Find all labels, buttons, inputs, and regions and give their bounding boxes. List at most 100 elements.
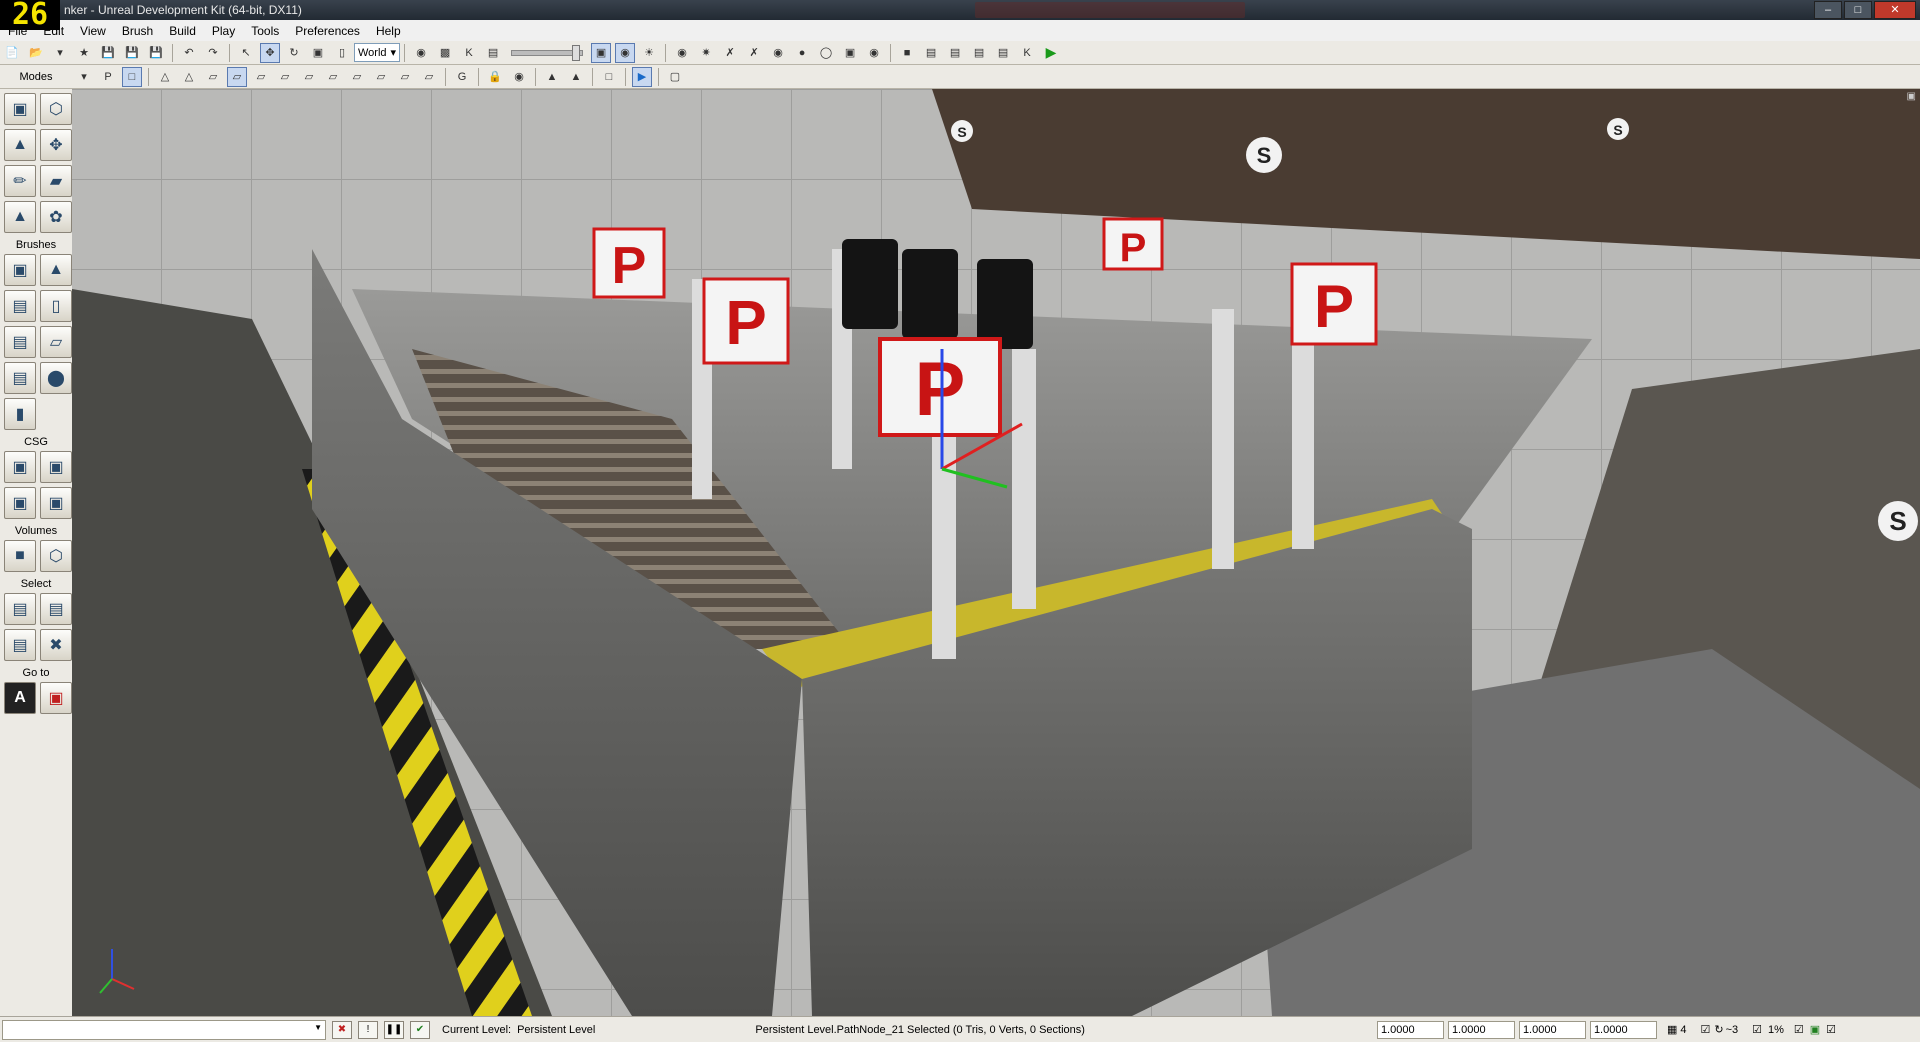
- new-file-icon[interactable]: 📄: [2, 43, 22, 63]
- lighting-only-icon[interactable]: ▱: [275, 67, 295, 87]
- landscape-mode-icon[interactable]: ▲: [4, 201, 36, 233]
- cylinder-brush-icon[interactable]: ▯: [40, 290, 72, 322]
- menu-build[interactable]: Build: [161, 24, 204, 38]
- rotation-snap-checkbox[interactable]: ☑: [1700, 1023, 1710, 1036]
- undo-icon[interactable]: ↶: [179, 43, 199, 63]
- cone-brush-icon[interactable]: ▲: [40, 254, 72, 286]
- sheet-brush-icon[interactable]: ▱: [40, 326, 72, 358]
- scale-snap-checkbox[interactable]: ☑: [1752, 1023, 1762, 1036]
- pivot-p-icon[interactable]: P: [98, 67, 118, 87]
- reflections-icon[interactable]: ▱: [419, 67, 439, 87]
- actor-icon[interactable]: ▲: [542, 67, 562, 87]
- build-geometry-icon[interactable]: ◉: [672, 43, 692, 63]
- lock-icon[interactable]: 🔒: [485, 67, 505, 87]
- menu-brush[interactable]: Brush: [114, 24, 161, 38]
- brush-wireframe-icon[interactable]: △: [179, 67, 199, 87]
- goto-actor-icon[interactable]: A: [4, 682, 36, 714]
- game-view-g-icon[interactable]: G: [452, 67, 472, 87]
- redo-icon[interactable]: ↷: [203, 43, 223, 63]
- pie-icon[interactable]: ▤: [969, 43, 989, 63]
- perspective-viewport[interactable]: P P P P P S S S S ▣: [72, 89, 1920, 1016]
- unlit-icon[interactable]: ▱: [203, 67, 223, 87]
- save-icon[interactable]: 💾: [98, 43, 118, 63]
- foliage-mode-icon[interactable]: ✿: [40, 201, 72, 233]
- frame-icon[interactable]: □: [599, 67, 619, 87]
- goto-builder-brush-icon[interactable]: ▣: [40, 682, 72, 714]
- mesh-icon[interactable]: ▲: [566, 67, 586, 87]
- save-current-level-icon[interactable]: 💾: [146, 43, 166, 63]
- menu-help[interactable]: Help: [368, 24, 409, 38]
- curved-stair-brush-icon[interactable]: ▤: [4, 290, 36, 322]
- slider-handle[interactable]: [572, 44, 581, 61]
- map-check-icon[interactable]: ▣: [840, 43, 860, 63]
- build-lighting-icon[interactable]: ✷: [696, 43, 716, 63]
- light-bulb-icon[interactable]: ◯: [816, 43, 836, 63]
- build-paths-icon[interactable]: ✗: [720, 43, 740, 63]
- volume-list-icon[interactable]: ⬡: [40, 540, 72, 572]
- error-icon[interactable]: ✖: [332, 1020, 352, 1039]
- scale-widget-icon[interactable]: ▣: [308, 43, 328, 63]
- scale-nonuniform-icon[interactable]: ▯: [332, 43, 352, 63]
- lighting-icon[interactable]: ☀: [639, 43, 659, 63]
- csg-intersect-icon[interactable]: ▣: [4, 487, 36, 519]
- csg-add-icon[interactable]: ▣: [4, 451, 36, 483]
- check-icon[interactable]: ✔: [410, 1020, 430, 1039]
- level-browser-icon[interactable]: ▤: [945, 43, 965, 63]
- autosave-icon[interactable]: ▣: [1810, 1023, 1820, 1036]
- open-file-icon[interactable]: 📂: [26, 43, 46, 63]
- cube-brush-icon[interactable]: ▣: [4, 254, 36, 286]
- maximize-button[interactable]: □: [1844, 1, 1872, 19]
- grid-icon[interactable]: ▦: [1667, 1023, 1677, 1036]
- rotate-widget-icon[interactable]: ↻: [284, 43, 304, 63]
- csg-deintersect-icon[interactable]: ▣: [40, 487, 72, 519]
- menu-play[interactable]: Play: [204, 24, 243, 38]
- save-all-icon[interactable]: 💾: [122, 43, 142, 63]
- options-checkbox[interactable]: ☑: [1826, 1023, 1836, 1036]
- show-selected-icon[interactable]: ▤: [4, 593, 36, 625]
- lightmass-icon[interactable]: ●: [792, 43, 812, 63]
- linear-stair-brush-icon[interactable]: ▤: [4, 326, 36, 358]
- pivot-snap-icon[interactable]: □: [122, 66, 142, 87]
- recent-files-dropdown-icon[interactable]: ▾: [50, 43, 70, 63]
- warning-icon[interactable]: !: [358, 1020, 378, 1039]
- lightmap-density-icon[interactable]: ▱: [371, 67, 391, 87]
- volumetric-brush-icon[interactable]: ▮: [4, 398, 36, 430]
- realtime-play-icon[interactable]: ▶: [632, 66, 652, 87]
- viewport-options-icon[interactable]: ▢: [665, 67, 685, 87]
- viewport-realtime-icon[interactable]: ▣: [591, 42, 612, 63]
- build-cover-icon[interactable]: ✗: [744, 43, 764, 63]
- kismet-icon[interactable]: ▩: [435, 43, 455, 63]
- geometry-mode-icon[interactable]: ⬡: [40, 93, 72, 125]
- select-arrow-icon[interactable]: ↖: [236, 43, 256, 63]
- drag-grid-y[interactable]: 1.0000: [1447, 1020, 1515, 1039]
- hide-selected-icon[interactable]: ▤: [40, 593, 72, 625]
- binoculars-search-icon[interactable]: ◉: [411, 43, 431, 63]
- build-all-icon[interactable]: ◉: [768, 43, 788, 63]
- level-scene[interactable]: P P P P P S S S S: [72, 89, 1920, 1016]
- static-mesh-mode-icon[interactable]: ▰: [40, 165, 72, 197]
- lit-icon[interactable]: ▱: [227, 66, 247, 87]
- menu-view[interactable]: View: [72, 24, 114, 38]
- pause-icon[interactable]: ❚❚: [384, 1020, 404, 1039]
- kismet-k-icon[interactable]: K: [1017, 43, 1037, 63]
- play-on-console-icon[interactable]: ▤: [993, 43, 1013, 63]
- spiral-stair-brush-icon[interactable]: ▤: [4, 362, 36, 394]
- texture-density-icon[interactable]: ▱: [323, 67, 343, 87]
- mesh-paint-icon[interactable]: ✏: [4, 165, 36, 197]
- light-complexity-icon[interactable]: ▱: [299, 67, 319, 87]
- sphere-brush-icon[interactable]: ⬤: [40, 362, 72, 394]
- wireframe-icon[interactable]: △: [155, 67, 175, 87]
- matinee-icon[interactable]: K: [459, 43, 479, 63]
- add-volume-icon[interactable]: ■: [4, 540, 36, 572]
- favorites-star-icon[interactable]: ★: [74, 43, 94, 63]
- texture-align-icon[interactable]: ✥: [40, 129, 72, 161]
- csg-subtract-icon[interactable]: ▣: [40, 451, 72, 483]
- menu-preferences[interactable]: Preferences: [287, 24, 368, 38]
- select-invert-icon[interactable]: ▤: [4, 629, 36, 661]
- command-input[interactable]: [2, 1019, 326, 1040]
- drag-grid-w[interactable]: 1.0000: [1589, 1020, 1657, 1039]
- scene-manager-icon[interactable]: ▤: [921, 43, 941, 63]
- statistics-icon[interactable]: ◉: [864, 43, 884, 63]
- modes-dropdown-icon[interactable]: ▾: [74, 67, 94, 87]
- drag-grid-z[interactable]: 1.0000: [1518, 1020, 1586, 1039]
